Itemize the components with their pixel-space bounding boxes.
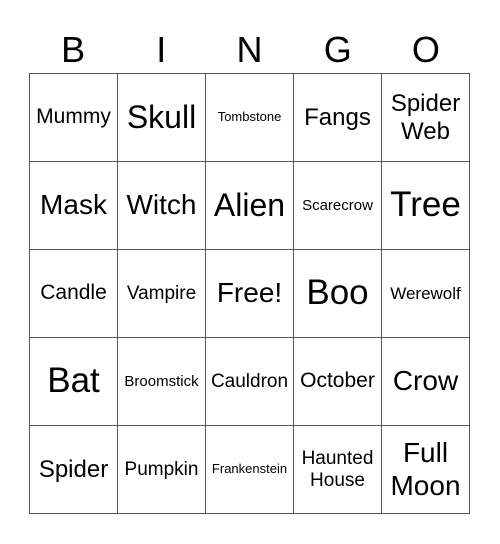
- bingo-cell[interactable]: Bat: [30, 338, 118, 426]
- bingo-cell[interactable]: Crow: [382, 338, 470, 426]
- bingo-cell[interactable]: Alien: [206, 162, 294, 250]
- bingo-cell[interactable]: Boo: [294, 250, 382, 338]
- header-letter-b: B: [61, 29, 86, 70]
- bingo-cell[interactable]: October: [294, 338, 382, 426]
- bingo-cell[interactable]: Cauldron: [206, 338, 294, 426]
- bingo-cell[interactable]: Frankenstein: [206, 426, 294, 514]
- bingo-cell[interactable]: Mummy: [30, 74, 118, 162]
- bingo-cell[interactable]: Tombstone: [206, 74, 294, 162]
- header-letter-o: O: [411, 29, 440, 70]
- bingo-cell[interactable]: Broomstick: [118, 338, 206, 426]
- bingo-cell[interactable]: Mask: [30, 162, 118, 250]
- bingo-cell[interactable]: Werewolf: [382, 250, 470, 338]
- header-letter-i: I: [156, 29, 167, 70]
- bingo-cell[interactable]: Tree: [382, 162, 470, 250]
- bingo-cell[interactable]: Candle: [30, 250, 118, 338]
- bingo-header: B I N G O: [29, 28, 470, 72]
- bingo-cell[interactable]: Spider: [30, 426, 118, 514]
- bingo-grid: Mummy Skull Tombstone Fangs Spider Web M…: [29, 73, 470, 514]
- bingo-cell[interactable]: Full Moon: [382, 426, 470, 514]
- bingo-cell[interactable]: Fangs: [294, 74, 382, 162]
- bingo-cell[interactable]: Haunted House: [294, 426, 382, 514]
- header-letter-g: G: [323, 29, 352, 70]
- bingo-cell[interactable]: Vampire: [118, 250, 206, 338]
- bingo-cell-free[interactable]: Free!: [206, 250, 294, 338]
- bingo-cell[interactable]: Skull: [118, 74, 206, 162]
- bingo-cell[interactable]: Spider Web: [382, 74, 470, 162]
- bingo-cell[interactable]: Witch: [118, 162, 206, 250]
- bingo-cell[interactable]: Pumpkin: [118, 426, 206, 514]
- bingo-cell[interactable]: Scarecrow: [294, 162, 382, 250]
- header-letter-n: N: [236, 29, 263, 70]
